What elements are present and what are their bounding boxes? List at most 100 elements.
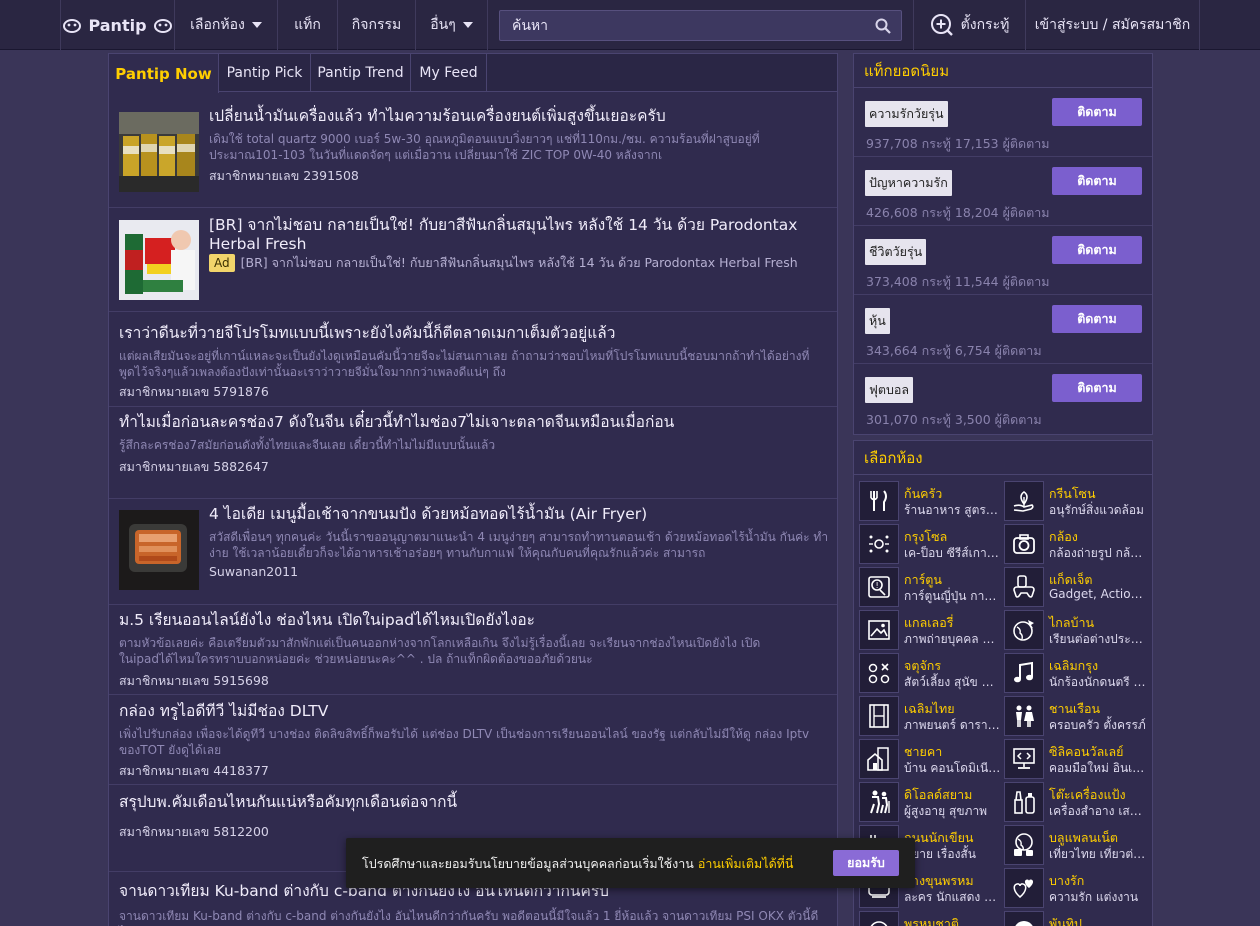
topic-title[interactable]: กล่อง ทรูไอดีทีวี ไม่มีช่อง DLTV — [119, 702, 829, 721]
tab-pantip-pick[interactable]: Pantip Pick — [219, 54, 311, 92]
topic-title[interactable]: ทำไมเมื่อก่อนละครช่อง7 ดังในจีน เดี๋ยวนี… — [119, 413, 829, 432]
nav-others[interactable]: อื่นๆ — [415, 0, 487, 50]
room-desc: ครอบครัว ตั้งครรภ์ — [1049, 718, 1146, 732]
topic-item[interactable]: เปลี่ยนน้ำมันเครื่องแล้ว ทำไมความร้อนเคร… — [109, 92, 837, 208]
nav-divider — [487, 0, 488, 50]
tag-row: ฟุตบอล ติดตาม 301,070 กระทู้ 3,500 ผู้ติ… — [854, 364, 1152, 433]
room-item[interactable]: ชายคา บ้าน คอนโดมิเนียม — [859, 739, 1003, 779]
room-item[interactable]: บางรัก ความรัก แต่งงาน — [1004, 868, 1148, 908]
accept-cookie-button[interactable]: ยอมรับ — [833, 850, 899, 876]
room-item[interactable]: เฉลิมไทย ภาพยนตร์ ดาราภาพยนตร์ — [859, 696, 1003, 736]
topic-item[interactable]: เราว่าดีนะที่วายจีโปรโมทแบบนี้เพราะยังไง… — [109, 312, 837, 407]
room-desc: บ้าน คอนโดมิเนียม — [904, 761, 1001, 775]
topic-item[interactable]: กล่อง ทรูไอดีทีวี ไม่มีช่อง DLTV เพิ่งไป… — [109, 695, 837, 785]
topic-author[interactable]: สมาชิกหมายเลข 5882647 — [119, 457, 269, 477]
tag-name[interactable]: ฟุตบอล — [865, 377, 914, 403]
room-desc: สัตว์เลี้ยง สุนัข แมว — [904, 675, 1001, 689]
topic-author[interactable]: Suwanan2011 — [209, 564, 298, 579]
feed-panel: Pantip Now Pantip Pick Pantip Trend My F… — [108, 53, 838, 926]
room-item[interactable]: แกลเลอรี่ ภาพถ่ายบุคคล ภาพวิว — [859, 610, 1003, 650]
room-item[interactable]: ! การ์ตูน การ์ตูนญี่ปุ่น การ์ตูนไทย — [859, 567, 1003, 607]
topic-author[interactable]: สมาชิกหมายเลข 5812200 — [119, 822, 269, 842]
search-input[interactable] — [500, 11, 870, 40]
room-item[interactable]: ชานเรือน ครอบครัว ตั้งครรภ์ — [1004, 696, 1148, 736]
room-item[interactable]: เฉลิมกรุง นักร้องนักดนตรี เพลง — [1004, 653, 1148, 693]
topic-author[interactable]: สมาชิกหมายเลข 2391508 — [209, 166, 359, 186]
room-item[interactable]: จตุจักร สัตว์เลี้ยง สุนัข แมว — [859, 653, 1003, 693]
search-icon[interactable] — [875, 18, 891, 34]
follow-button[interactable]: ติดตาม — [1052, 167, 1142, 195]
search-box — [499, 10, 902, 41]
room-item[interactable]: พันทิป — [1004, 911, 1148, 926]
topic-title[interactable]: เราว่าดีนะที่วายจีโปรโมทแบบนี้เพราะยังไง… — [119, 324, 829, 343]
room-desc: ผู้สูงอายุ สุขภาพ — [904, 804, 988, 818]
travel-icon — [1004, 825, 1044, 865]
room-item[interactable]: โต๊ะเครื่องแป้ง เครื่องสำอาง เสริมสวย — [1004, 782, 1148, 822]
topic-title[interactable]: เปลี่ยนน้ำมันเครื่องแล้ว ทำไมความร้อนเคร… — [209, 107, 829, 126]
topic-title[interactable]: ม.5 เรียนออนไลน์ยังไง ช่องไหน เปิดในipad… — [119, 611, 829, 630]
tag-name[interactable]: หุ้น — [865, 308, 890, 334]
room-item[interactable]: พรหมชาติ — [859, 911, 1003, 926]
room-desc: การ์ตูนญี่ปุ่น การ์ตูนไทย — [904, 589, 1001, 603]
zodiac-icon — [859, 911, 899, 926]
topic-title[interactable]: สรุปบพ.คัมเดือนไหนกันแน่หรือคัมทุกเดือนต… — [119, 793, 829, 812]
tag-stats: 373,408 กระทู้ 11,544 ผู้ติดตาม — [866, 274, 1050, 289]
tag-row: ความรักวัยรุ่น ติดตาม 937,708 กระทู้ 17,… — [854, 88, 1152, 157]
tag-name[interactable]: ปัญหาความรัก — [865, 170, 952, 196]
logo-text: Pantip — [88, 15, 147, 35]
svg-text:!: ! — [876, 581, 879, 590]
topic-item-ad[interactable]: [BR] จากไม่ชอบ กลายเป็นใช่! กับยาสีฟันกล… — [109, 208, 837, 312]
popular-tags-title: แท็กยอดนิยม — [854, 54, 1152, 88]
tab-pantip-now[interactable]: Pantip Now — [109, 54, 219, 93]
cookie-read-more-link[interactable]: อ่านเพิ่มเติมได้ที่นี่ — [698, 856, 794, 871]
room-item[interactable]: บลูแพลนเน็ต เที่ยวไทย เที่ยวต่างประเทศ — [1004, 825, 1148, 865]
room-item[interactable]: ก้นครัว ร้านอาหาร สูตรอาหาร — [859, 481, 1003, 521]
topic-excerpt: จานดาวเทียม Ku-band ต่างกับ c-band ต่างก… — [119, 909, 819, 926]
topic-title[interactable]: [BR] จากไม่ชอบ กลายเป็นใช่! กับยาสีฟันกล… — [209, 216, 829, 254]
topic-excerpt: สวัสดีเพื่อนๆ ทุกคนค่ะ วันนี้เราขออนุญาต… — [209, 530, 829, 560]
tag-name[interactable]: ความรักวัยรุ่น — [865, 101, 948, 127]
follow-button[interactable]: ติดตาม — [1052, 305, 1142, 333]
tab-my-feed[interactable]: My Feed — [411, 54, 487, 92]
new-topic-button[interactable]: ตั้งกระทู้ — [913, 0, 1025, 50]
room-item[interactable]: กรุงโซล เค-ป็อบ ซีรีส์เกาหลี — [859, 524, 1003, 564]
room-item[interactable]: กล้อง กล้องถ่ายรูป กล้องวิดีโอ — [1004, 524, 1148, 564]
pantip-logo[interactable]: Pantip — [60, 0, 174, 50]
login-button[interactable]: เข้าสู่ระบบ / สมัครสมาชิก — [1025, 0, 1200, 50]
topic-thumbnail[interactable] — [119, 112, 199, 192]
topic-thumbnail[interactable] — [119, 510, 199, 590]
room-item[interactable]: ซิลิคอนวัลเลย์ คอมมือใหม่ อินเทอร์เน็ต — [1004, 739, 1148, 779]
topic-author[interactable]: สมาชิกหมายเลข 5791876 — [119, 382, 269, 402]
room-item[interactable]: ไกลบ้าน เรียนต่อต่างประเทศ — [1004, 610, 1148, 650]
ad-thumbnail[interactable] — [119, 220, 199, 300]
follow-button[interactable]: ติดตาม — [1052, 98, 1142, 126]
room-desc: นักร้องนักดนตรี เพลง — [1049, 675, 1146, 689]
new-topic-label: ตั้งกระทู้ — [960, 17, 1010, 33]
topic-author[interactable]: สมาชิกหมายเลข 4418377 — [119, 761, 269, 781]
tab-pantip-trend[interactable]: Pantip Trend — [311, 54, 411, 92]
nav-tags[interactable]: แท็ก — [277, 0, 337, 50]
room-desc: นิยาย เรื่องสั้น — [904, 847, 976, 861]
topic-item[interactable]: 4 ไอเดีย เมนูมื้อเช้าจากขนมปัง ด้วยหม้อท… — [109, 499, 837, 605]
room-item[interactable]: ดิโอลด์สยาม ผู้สูงอายุ สุขภาพ — [859, 782, 1003, 822]
follow-button[interactable]: ติดตาม — [1052, 236, 1142, 264]
room-desc: กล้องถ่ายรูป กล้องวิดีโอ — [1049, 546, 1146, 560]
room-desc: เครื่องสำอาง เสริมสวย — [1049, 804, 1146, 818]
tag-name[interactable]: ชีวิตวัยรุ่น — [865, 239, 927, 265]
room-item[interactable]: แก็ดเจ็ต Gadget, Action Cam — [1004, 567, 1148, 607]
family-icon — [1004, 696, 1044, 736]
gallery-icon — [859, 610, 899, 650]
topic-title[interactable]: 4 ไอเดีย เมนูมื้อเช้าจากขนมปัง ด้วยหม้อท… — [209, 505, 829, 524]
add-topic-icon — [930, 14, 953, 36]
room-item[interactable]: กรีนโซน อนุรักษ์สิ่งแวดล้อม — [1004, 481, 1148, 521]
topic-item[interactable]: ทำไมเมื่อก่อนละครช่อง7 ดังในจีน เดี๋ยวนี… — [109, 407, 837, 499]
nav-activities[interactable]: กิจกรรม — [337, 0, 415, 50]
room-desc: คอมมือใหม่ อินเทอร์เน็ต — [1049, 761, 1146, 775]
topic-author[interactable]: สมาชิกหมายเลข 5915698 — [119, 671, 269, 691]
nav-choose-room-label: เลือกห้อง — [190, 17, 245, 33]
topic-excerpt: แต่ผลเสียมันจะอยู่ที่เกาน์แหละจะเป็นยังไ… — [119, 349, 810, 379]
topic-item[interactable]: ม.5 เรียนออนไลน์ยังไง ช่องไหน เปิดในipad… — [109, 605, 837, 695]
nav-choose-room[interactable]: เลือกห้อง — [174, 0, 277, 50]
follow-button[interactable]: ติดตาม — [1052, 374, 1142, 402]
room-desc: ความรัก แต่งงาน — [1049, 890, 1139, 904]
